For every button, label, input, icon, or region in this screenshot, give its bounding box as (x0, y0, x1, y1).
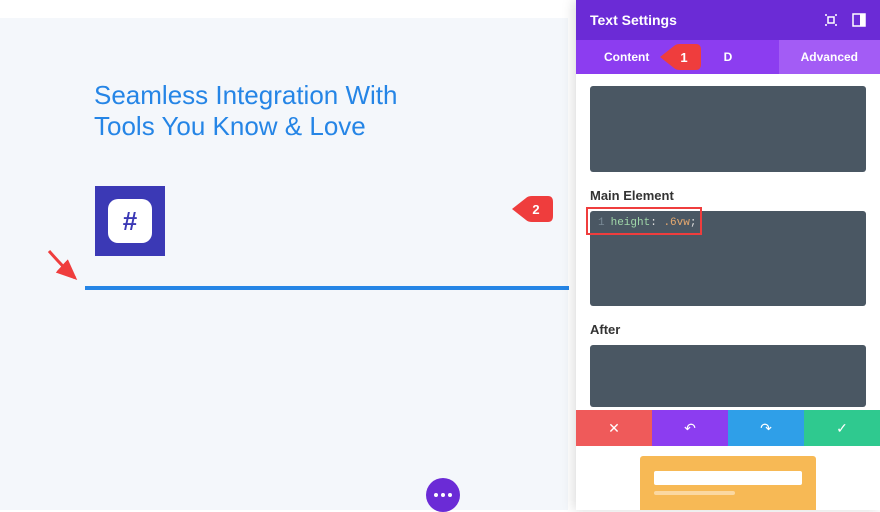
panel-body: Main Element 1 height: .6vw; After (576, 74, 880, 410)
close-icon: ✕ (608, 420, 620, 437)
dock-icon[interactable] (852, 13, 866, 27)
page-canvas: Seamless Integration With Tools You Know… (0, 18, 568, 510)
header-controls (824, 13, 866, 27)
undo-button[interactable]: ↶ (652, 410, 728, 446)
redo-button[interactable]: ↷ (728, 410, 804, 446)
section-heading: Seamless Integration With Tools You Know… (94, 80, 454, 142)
save-button[interactable]: ✓ (804, 410, 880, 446)
slack-icon: # (108, 199, 152, 243)
preview-bar (654, 471, 802, 485)
redo-icon: ↷ (760, 420, 772, 437)
undo-icon: ↶ (684, 420, 696, 437)
main-element-label: Main Element (590, 188, 866, 203)
divider-element[interactable] (85, 286, 569, 290)
after-code-editor[interactable] (590, 345, 866, 407)
main-element-code-editor[interactable]: 1 height: .6vw; (590, 211, 866, 306)
annotation-highlight (586, 207, 702, 235)
action-bar: ✕ ↶ ↷ ✓ (576, 410, 880, 446)
settings-tabs: Content D Advanced (576, 40, 880, 74)
annotation-arrow (45, 243, 85, 283)
after-label: After (590, 322, 866, 337)
before-code-editor[interactable] (590, 86, 866, 172)
cancel-button[interactable]: ✕ (576, 410, 652, 446)
expand-icon[interactable] (824, 13, 838, 27)
panel-header: Text Settings (576, 0, 880, 40)
module-preview (640, 456, 816, 510)
more-icon (434, 493, 452, 497)
hash-glyph: # (123, 206, 137, 237)
integration-icon-tile[interactable]: # (95, 186, 165, 256)
check-icon: ✓ (836, 420, 848, 437)
panel-title: Text Settings (590, 12, 677, 28)
callout-badge-2: 2 (518, 194, 548, 224)
page-options-fab[interactable] (426, 478, 460, 512)
tab-advanced[interactable]: Advanced (779, 40, 880, 74)
settings-panel: Text Settings Content D Advanced Main El… (576, 0, 880, 510)
callout-badge-1: 1 (666, 42, 696, 72)
preview-bar (654, 491, 735, 495)
